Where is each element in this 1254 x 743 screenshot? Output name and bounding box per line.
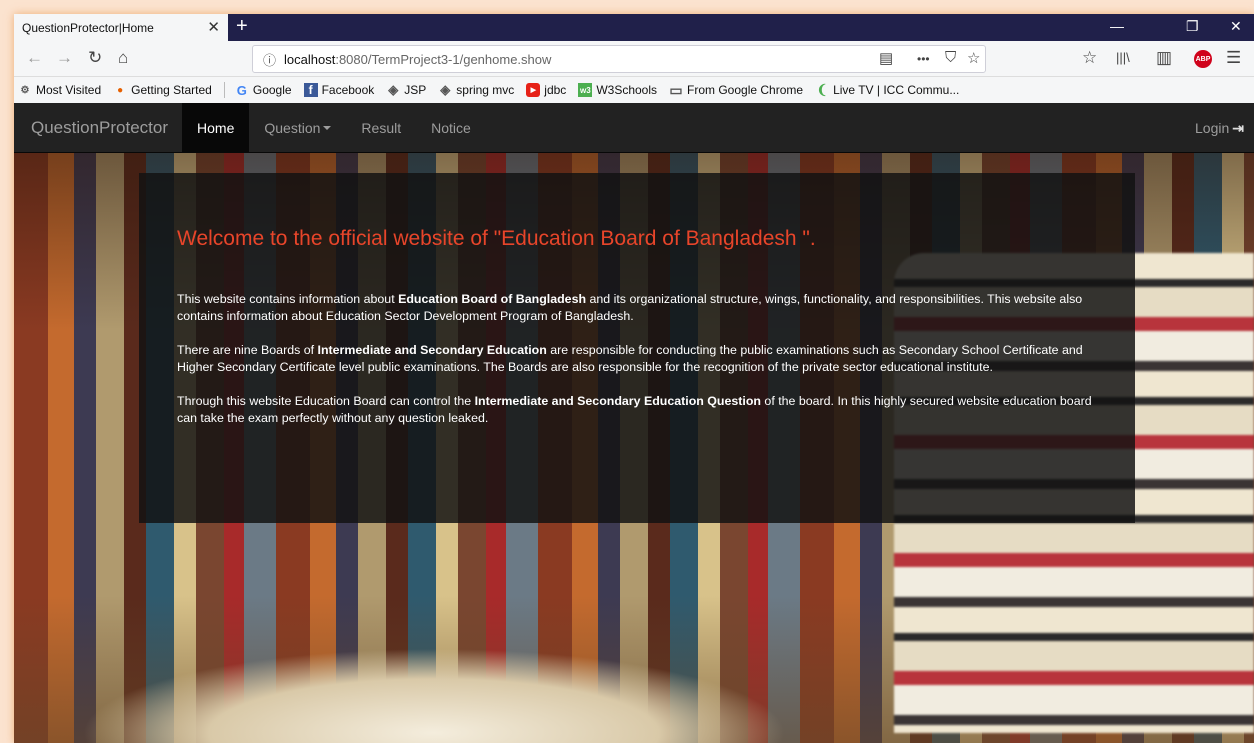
nav-question-dropdown[interactable]: Question [249,103,346,153]
bookmark-label: Most Visited [36,83,102,97]
url-host: localhost [284,51,336,67]
bookmark-star-icon[interactable]: ☆ [967,49,980,67]
nav-result[interactable]: Result [346,103,416,153]
bookmark-label: W3Schools [596,83,658,97]
login-label: Login [1195,120,1230,136]
site-navbar: QuestionProtector Home Question Result N… [14,103,1254,153]
intro-paragraph-2: There are nine Boards of Intermediate an… [177,342,1097,376]
nav-home[interactable]: Home [182,103,250,153]
bookmark-live-tv[interactable]: ❨ Live TV | ICC Commu... [815,82,960,97]
tab-close-icon[interactable]: ✕ [207,18,220,36]
forward-icon[interactable]: → [56,48,73,68]
facebook-icon: f [303,83,318,97]
bookmark-label: From Google Chrome [687,83,804,97]
restore-icon[interactable]: ❐ [1186,18,1199,35]
bookmark-getting-started[interactable]: ● Getting Started [113,83,212,97]
bold-text: Education Board of Bangladesh [398,292,587,306]
bookmark-separator [223,82,225,98]
url-path: :8080/TermProject3-1/genhome.show [335,51,552,67]
reader-view-icon[interactable]: ▤ [879,49,893,67]
text: There are nine Boards of [177,343,318,357]
bookmark-most-visited[interactable]: ⚙ Most Visited [18,83,102,97]
reload-icon[interactable]: ↻ [88,48,102,68]
text: This website contains information about [177,292,399,306]
live-tv-icon: ❨ [816,82,828,97]
bookmark-spring-mvc[interactable]: ◈ spring mvc [438,82,515,97]
bookmarks-bar: ⚙ Most Visited ● Getting Started G Googl… [14,77,1254,103]
page-actions-icon[interactable]: ••• [917,52,930,66]
browser-window: QuestionProtector|Home ✕ + — ❐ ✕ ← → ↻ ⌂… [14,14,1254,743]
menu-icon[interactable]: ☰ [1226,48,1241,68]
web-page: QuestionProtector Home Question Result N… [14,103,1254,743]
bookmark-label: JSP [404,83,427,97]
login-icon: ⇥ [1232,119,1244,136]
w3schools-icon: w3 [578,83,593,97]
bookmark-label: spring mvc [456,83,515,97]
bookmarks-icon[interactable]: ☆ [1082,48,1097,68]
google-icon: G [236,82,247,98]
bookmark-jsp[interactable]: ◈ JSP [386,82,427,97]
sidebar-icon[interactable]: ▥ [1156,48,1172,68]
caret-down-icon [323,125,332,130]
new-tab-icon[interactable]: + [236,15,248,38]
minimize-icon[interactable]: — [1110,18,1124,34]
close-window-icon[interactable]: ✕ [1230,18,1242,35]
bookmark-w3schools[interactable]: w3 W3Schools [578,83,657,97]
globe-icon: ◈ [440,82,451,97]
folder-icon: ▭ [669,81,683,98]
globe-icon: ◈ [388,82,399,97]
hero-background: Welcome to the official website of "Educ… [14,153,1254,743]
nav-question-label: Question [264,119,321,136]
bookmark-facebook[interactable]: f Facebook [303,83,375,97]
nav-notice[interactable]: Notice [416,103,486,153]
bookmark-from-google-chrome[interactable]: ▭ From Google Chrome [669,81,804,98]
bold-text: Intermediate and Secondary Education [317,343,547,357]
browser-toolbar: ← → ↻ ⌂ ⓘ localhost :8080/TermProject3-1… [14,41,1254,77]
back-icon[interactable]: ← [26,48,43,68]
site-info-icon[interactable]: ⓘ [263,50,276,69]
bookmark-google[interactable]: G Google [235,82,292,98]
site-brand[interactable]: QuestionProtector [31,118,168,138]
tab-active[interactable]: QuestionProtector|Home ✕ [14,14,228,41]
tab-strip: QuestionProtector|Home ✕ + — ❐ ✕ [14,14,1254,41]
welcome-jumbotron: Welcome to the official website of "Educ… [139,173,1135,523]
welcome-heading: Welcome to the official website of "Educ… [177,227,816,250]
url-bar[interactable]: ⓘ localhost :8080/TermProject3-1/genhome… [252,45,986,73]
bookmark-label: jdbc [544,83,567,97]
bookmark-label: Google [252,83,292,97]
intro-paragraph-3: Through this website Education Board can… [177,393,1097,427]
library-icon[interactable]: |||\ [1116,50,1130,65]
home-icon[interactable]: ⌂ [118,48,128,68]
login-link[interactable]: Login ⇥ [1195,103,1244,153]
youtube-icon: ▶ [526,83,541,97]
firefox-icon: ● [117,84,124,96]
bookmark-label: Live TV | ICC Commu... [833,83,960,97]
text: Through this website Education Board can… [177,394,475,408]
intro-paragraph-1: This website contains information about … [177,291,1097,325]
bookmark-label: Getting Started [131,83,212,97]
tab-title: QuestionProtector|Home [22,20,154,35]
gear-icon: ⚙ [20,84,30,96]
pocket-icon[interactable]: ⛉ [945,49,956,66]
bookmark-label: Facebook [321,83,375,97]
bookmark-jdbc[interactable]: ▶ jdbc [526,83,566,97]
bold-text: Intermediate and Secondary Education Que… [474,394,761,408]
adblock-icon[interactable]: ABP [1194,50,1212,68]
